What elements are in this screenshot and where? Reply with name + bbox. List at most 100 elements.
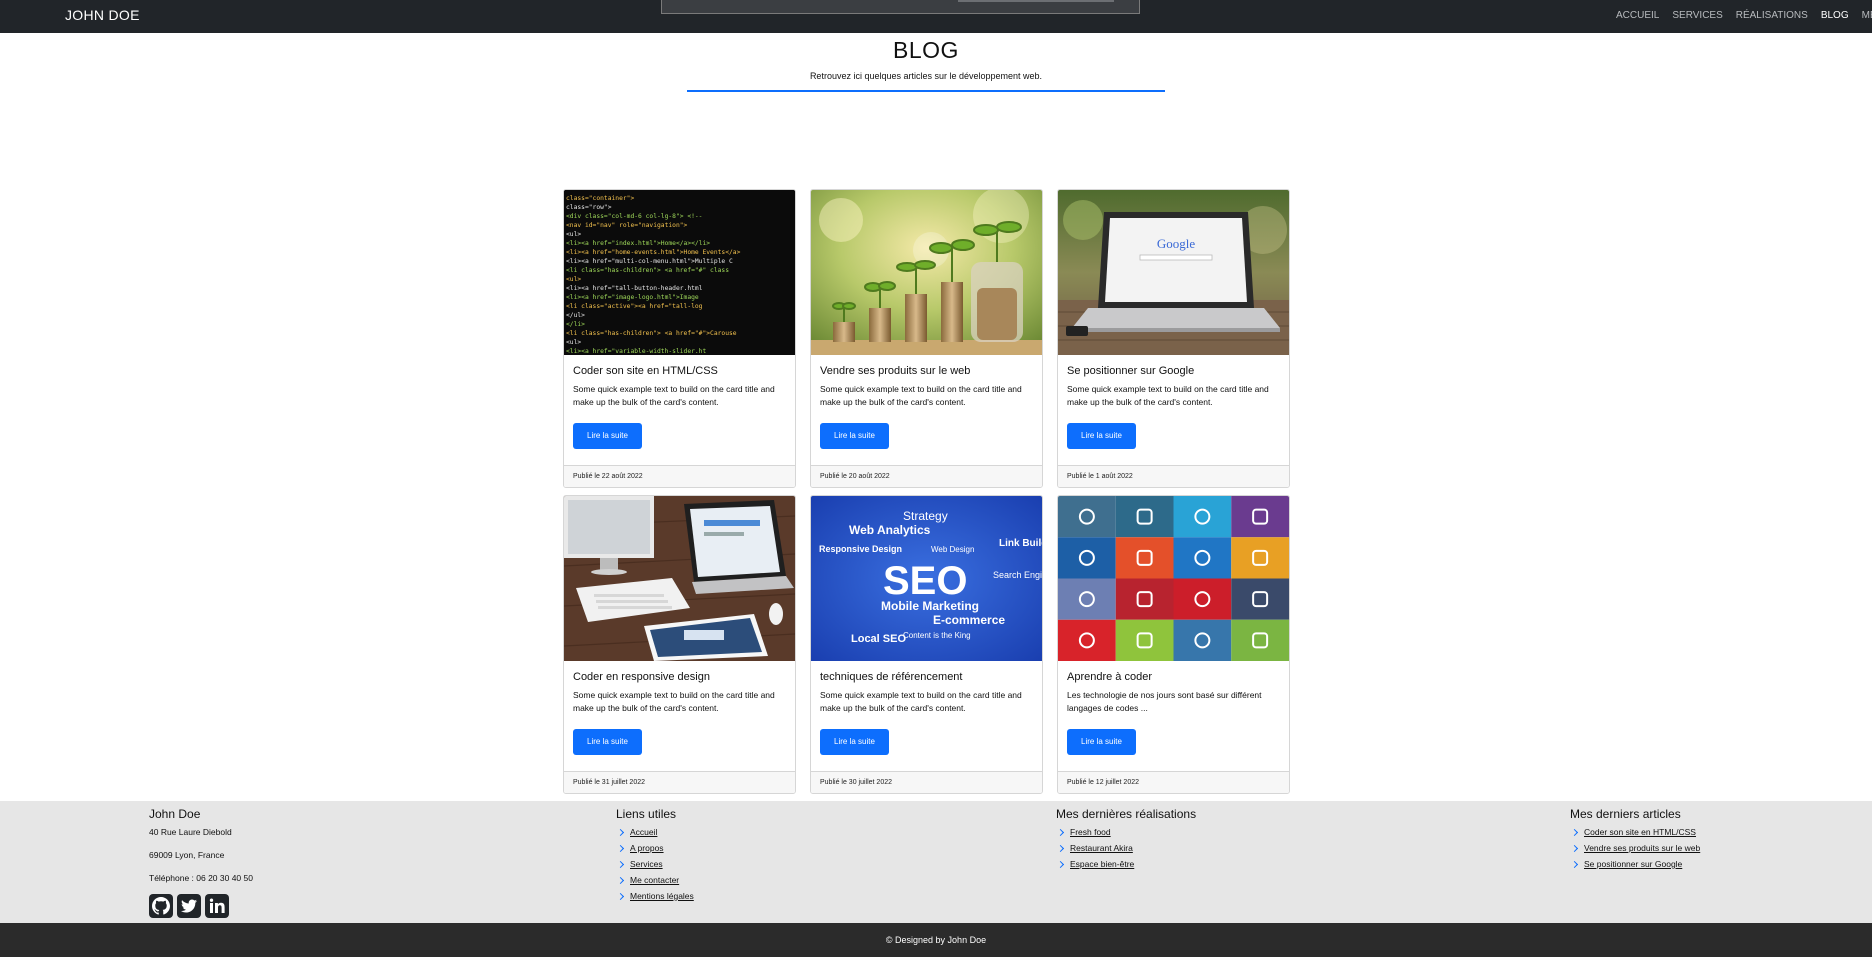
dropdown-overlay xyxy=(661,0,1140,14)
footer-link-label: Accueil xyxy=(630,827,658,837)
tech-logo-tile xyxy=(1231,619,1289,661)
seo-word-8: E-commerce xyxy=(933,613,1005,627)
tech-logo-tile xyxy=(1115,496,1174,538)
footer-name: John Doe xyxy=(149,807,201,821)
chevron-right-icon xyxy=(1570,844,1579,852)
footer-article-1[interactable]: Coder son site en HTML/CSS xyxy=(1570,827,1700,837)
read-more-button[interactable]: Lire la suite xyxy=(1067,423,1136,449)
read-more-button[interactable]: Lire la suite xyxy=(820,729,889,755)
chevron-right-icon xyxy=(616,860,625,868)
code-line: <ul> xyxy=(566,339,581,346)
code-line: <li><a href="image-logo.html">Image xyxy=(566,294,699,301)
github-icon[interactable] xyxy=(149,894,173,918)
footer-link-services[interactable]: Services xyxy=(616,859,694,869)
coins-plants-image xyxy=(811,190,1042,355)
chevron-right-icon xyxy=(616,828,625,836)
chevron-right-icon xyxy=(1056,860,1065,868)
footer-link-label: Mentions légales xyxy=(630,891,694,901)
card-text: Some quick example text to build on the … xyxy=(1067,384,1269,407)
footer-link-label: Restaurant Akira xyxy=(1070,843,1133,853)
footer-link-label: A propos xyxy=(630,843,664,853)
footer-link-contact[interactable]: Me contacter xyxy=(616,875,694,885)
read-more-button[interactable]: Lire la suite xyxy=(820,423,889,449)
footer-work-akira[interactable]: Restaurant Akira xyxy=(1056,843,1196,853)
footer-link-apropos[interactable]: A propos xyxy=(616,843,694,853)
tech-logos-grid-image xyxy=(1058,496,1289,661)
code-line: <li><a href="index.html">Home</a></li> xyxy=(566,240,710,247)
tech-logo-tile xyxy=(1058,537,1116,579)
tech-logo-tile xyxy=(1058,496,1116,538)
nav-link-services[interactable]: SERVICES xyxy=(1672,10,1722,21)
footer-link-accueil[interactable]: Accueil xyxy=(616,827,694,837)
code-line: <li class="has-children"> <a href="#">Ca… xyxy=(566,330,737,337)
code-line: <ul> xyxy=(566,276,581,283)
footer-article-2[interactable]: Vendre ses produits sur le web xyxy=(1570,843,1700,853)
code-line: <li><a href="variable-width-slider.ht xyxy=(566,348,706,355)
footer-works: Mes dernières réalisations Fresh food Re… xyxy=(1056,807,1196,875)
footer-address: 40 Rue Laure Diebold xyxy=(149,827,232,837)
brand-logo[interactable]: JOHN DOE xyxy=(65,7,140,23)
chevron-right-icon xyxy=(1570,828,1579,836)
read-more-button[interactable]: Lire la suite xyxy=(573,423,642,449)
tech-logo-tile xyxy=(1173,578,1232,620)
tech-logo-tile xyxy=(1058,619,1116,661)
google-word: Google xyxy=(1157,236,1196,251)
footer-work-fresh-food[interactable]: Fresh food xyxy=(1056,827,1196,837)
code-html-image: class="container"> class="row"> <div cla… xyxy=(564,190,795,355)
seo-word-3: Responsive Design xyxy=(819,544,902,554)
footer-articles: Mes derniers articles Coder son site en … xyxy=(1570,807,1700,875)
copyright-bar: © Designed by John Doe xyxy=(0,923,1872,957)
card-date: Publié le 22 août 2022 xyxy=(564,465,795,487)
card-text: Some quick example text to build on the … xyxy=(573,690,775,713)
card-text: Some quick example text to build on the … xyxy=(820,384,1022,407)
tech-logo-tile xyxy=(1115,578,1174,620)
card-date: Publié le 31 juillet 2022 xyxy=(564,771,795,793)
card-date: Publié le 1 août 2022 xyxy=(1058,465,1289,487)
seo-word-1: Strategy xyxy=(903,509,948,523)
code-line: </li> xyxy=(566,321,585,328)
footer-article-3[interactable]: Se positionner sur Google xyxy=(1570,859,1700,869)
footer-link-mentions[interactable]: Mentions légales xyxy=(616,891,694,901)
tech-logo-tile xyxy=(1173,496,1232,538)
card-date: Publié le 12 juillet 2022 xyxy=(1058,771,1289,793)
code-line: class="row"> xyxy=(566,204,612,211)
code-line: </ul> xyxy=(566,312,585,319)
nav-link-blog[interactable]: BLOG xyxy=(1821,10,1849,21)
dropdown-overlay-bar xyxy=(958,0,1114,2)
blog-card: Google Se positionner sur Google Some qu… xyxy=(1057,189,1290,488)
footer-phone: Téléphone : 06 20 30 40 50 xyxy=(149,873,253,883)
twitter-icon[interactable] xyxy=(177,894,201,918)
code-line: <div class="col-md-6 col-lg-8"> <!-- xyxy=(566,213,702,220)
seo-wordcloud-image: Strategy Web Analytics Responsive Design… xyxy=(811,496,1042,661)
linkedin-icon[interactable] xyxy=(205,894,229,918)
nav-link-contact[interactable]: ME CONTACTER xyxy=(1862,10,1872,21)
footer-link-label: Vendre ses produits sur le web xyxy=(1584,843,1701,853)
card-title: Coder en responsive design xyxy=(573,671,710,683)
footer-link-label: Espace bien-être xyxy=(1070,859,1135,869)
code-line: <li class="active"><a href="tall-log xyxy=(566,303,703,310)
card-date: Publié le 30 juillet 2022 xyxy=(811,771,1042,793)
read-more-button[interactable]: Lire la suite xyxy=(1067,729,1136,755)
seo-word-6: Search Engine xyxy=(993,570,1042,580)
nav-link-accueil[interactable]: ACCUEIL xyxy=(1616,10,1659,21)
tech-logo-tile xyxy=(1231,578,1289,620)
card-text: Some quick example text to build on the … xyxy=(573,384,775,407)
page-subtitle: Retrouvez ici quelques articles sur le d… xyxy=(809,71,1043,81)
card-text: Les technologie de nos jours sont basé s… xyxy=(1067,690,1262,713)
chevron-right-icon xyxy=(1570,860,1579,868)
code-line: <nav id="nav" role="navigation"> xyxy=(566,222,688,229)
tech-logo-tile xyxy=(1231,537,1289,579)
read-more-button[interactable]: Lire la suite xyxy=(573,729,642,755)
footer-work-bien-etre[interactable]: Espace bien-être xyxy=(1056,859,1196,869)
nav-link-realisations[interactable]: RÉALISATIONS xyxy=(1736,10,1808,21)
chevron-right-icon xyxy=(616,844,625,852)
code-line: <ul> xyxy=(566,231,581,238)
code-line: <li class="has-children"> <a href="#" cl… xyxy=(566,267,729,274)
laptop-google-image: Google xyxy=(1058,190,1289,355)
code-line: class="container"> xyxy=(566,195,634,202)
page-title: BLOG xyxy=(893,37,959,63)
seo-word-main: SEO xyxy=(883,559,967,603)
card-text: Some quick example text to build on the … xyxy=(820,690,1022,713)
blog-card: Coder en responsive design Some quick ex… xyxy=(563,495,796,794)
tech-logo-tile xyxy=(1173,619,1232,661)
